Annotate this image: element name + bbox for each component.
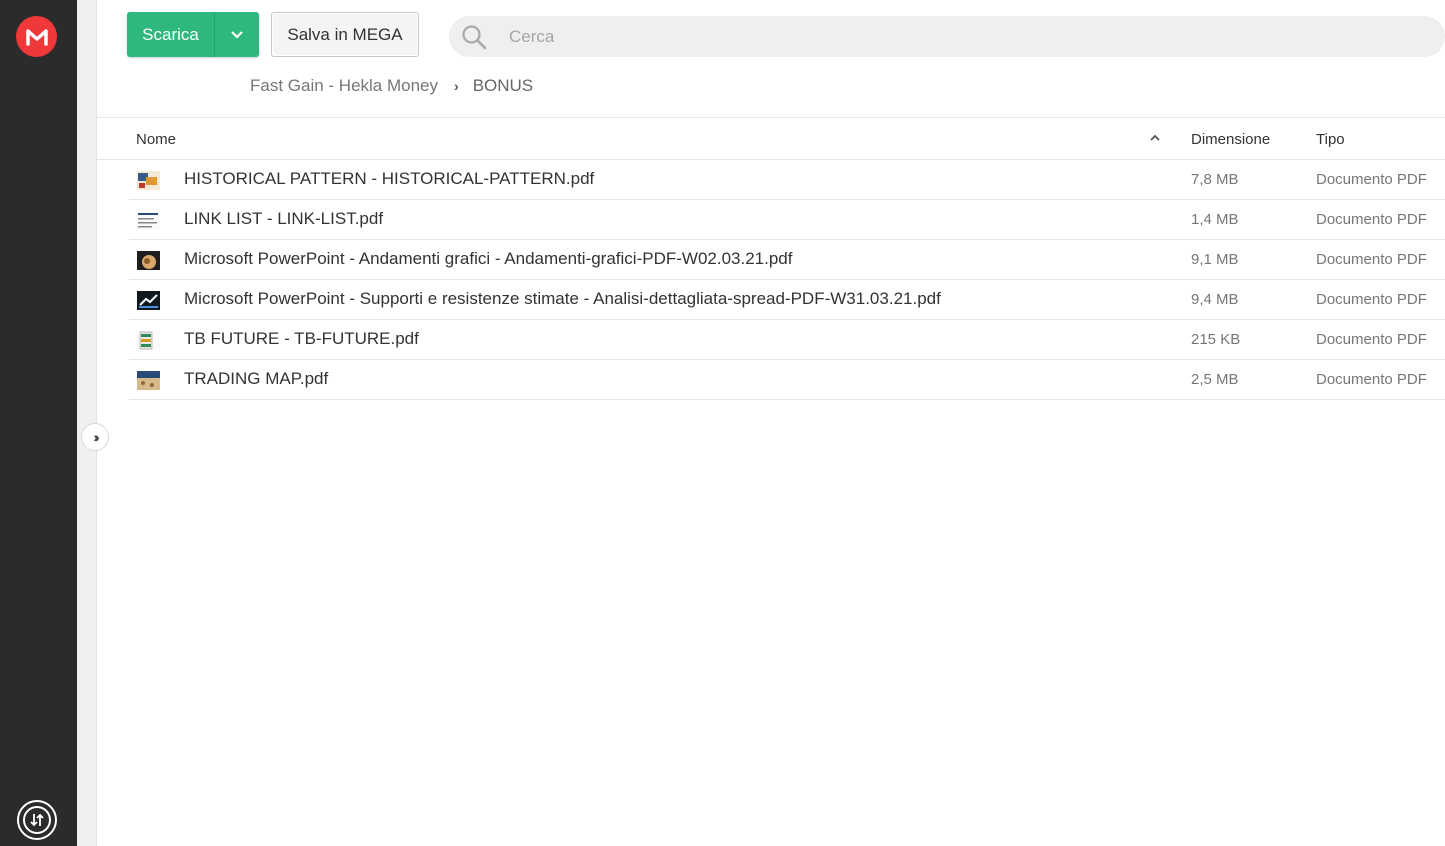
left-sidebar [0, 0, 77, 846]
table-row[interactable]: Microsoft PowerPoint - Supporti e resist… [129, 280, 1445, 320]
search-input[interactable] [509, 26, 1309, 47]
column-header-name[interactable]: Nome [136, 131, 176, 148]
download-button-label[interactable]: Scarica [127, 12, 215, 57]
table-row[interactable]: TB FUTURE - TB-FUTURE.pdf 215 KB Documen… [129, 320, 1445, 360]
chevron-down-icon [231, 30, 243, 39]
search-icon [462, 24, 487, 49]
file-size: 2,5 MB [1191, 371, 1239, 388]
file-type: Documento PDF [1316, 171, 1427, 188]
column-header-type[interactable]: Tipo [1316, 131, 1345, 148]
transfer-manager-button[interactable] [17, 800, 57, 840]
file-type: Documento PDF [1316, 251, 1427, 268]
file-type: Documento PDF [1316, 371, 1427, 388]
chevron-right-icon: › [454, 78, 459, 94]
download-button[interactable]: Scarica [127, 12, 259, 57]
download-options-dropdown[interactable] [215, 12, 259, 57]
table-row[interactable]: Microsoft PowerPoint - Andamenti grafici… [129, 240, 1445, 280]
file-size: 9,1 MB [1191, 251, 1239, 268]
breadcrumb: Fast Gain - Hekla Money › BONUS [250, 76, 533, 96]
transfer-icon [23, 806, 51, 834]
file-name[interactable]: HISTORICAL PATTERN - HISTORICAL-PATTERN.… [184, 169, 594, 189]
breadcrumb-current: BONUS [472, 76, 534, 95]
file-size: 1,4 MB [1191, 211, 1239, 228]
file-thumbnail-icon [137, 291, 160, 310]
mega-logo-icon[interactable] [16, 16, 57, 57]
breadcrumb-parent[interactable]: Fast Gain - Hekla Money [250, 76, 438, 96]
file-name[interactable]: Microsoft PowerPoint - Andamenti grafici… [184, 249, 792, 269]
file-size: 9,4 MB [1191, 291, 1239, 308]
file-name[interactable]: TRADING MAP.pdf [184, 369, 328, 389]
file-size: 7,8 MB [1191, 171, 1239, 188]
file-type: Documento PDF [1316, 291, 1427, 308]
file-name[interactable]: TB FUTURE - TB-FUTURE.pdf [184, 329, 419, 349]
table-row[interactable]: LINK LIST - LINK-LIST.pdf 1,4 MB Documen… [129, 200, 1445, 240]
table-header: Nome Dimensione Tipo [97, 117, 1445, 160]
file-thumbnail-icon [137, 171, 160, 190]
save-to-mega-button[interactable]: Salva in MEGA [271, 12, 419, 57]
file-table: Nome Dimensione Tipo HISTORICAL PATTERN … [97, 117, 1445, 400]
file-thumbnail-icon [137, 331, 160, 350]
table-row[interactable]: TRADING MAP.pdf 2,5 MB Documento PDF [129, 360, 1445, 400]
file-browser: Scarica Salva in MEGA Fast Gain - Hekla … [97, 0, 1445, 846]
file-type: Documento PDF [1316, 211, 1427, 228]
file-thumbnail-icon [137, 251, 160, 270]
file-thumbnail-icon [137, 211, 160, 230]
search-bar[interactable] [449, 16, 1445, 57]
file-size: 215 KB [1191, 331, 1241, 348]
file-name[interactable]: Microsoft PowerPoint - Supporti e resist… [184, 289, 941, 309]
file-thumbnail-icon [137, 371, 160, 390]
sort-ascending-icon[interactable] [1149, 132, 1161, 144]
file-name[interactable]: LINK LIST - LINK-LIST.pdf [184, 209, 383, 229]
table-row[interactable]: HISTORICAL PATTERN - HISTORICAL-PATTERN.… [129, 160, 1445, 200]
column-header-size[interactable]: Dimensione [1191, 131, 1270, 148]
file-type: Documento PDF [1316, 331, 1427, 348]
